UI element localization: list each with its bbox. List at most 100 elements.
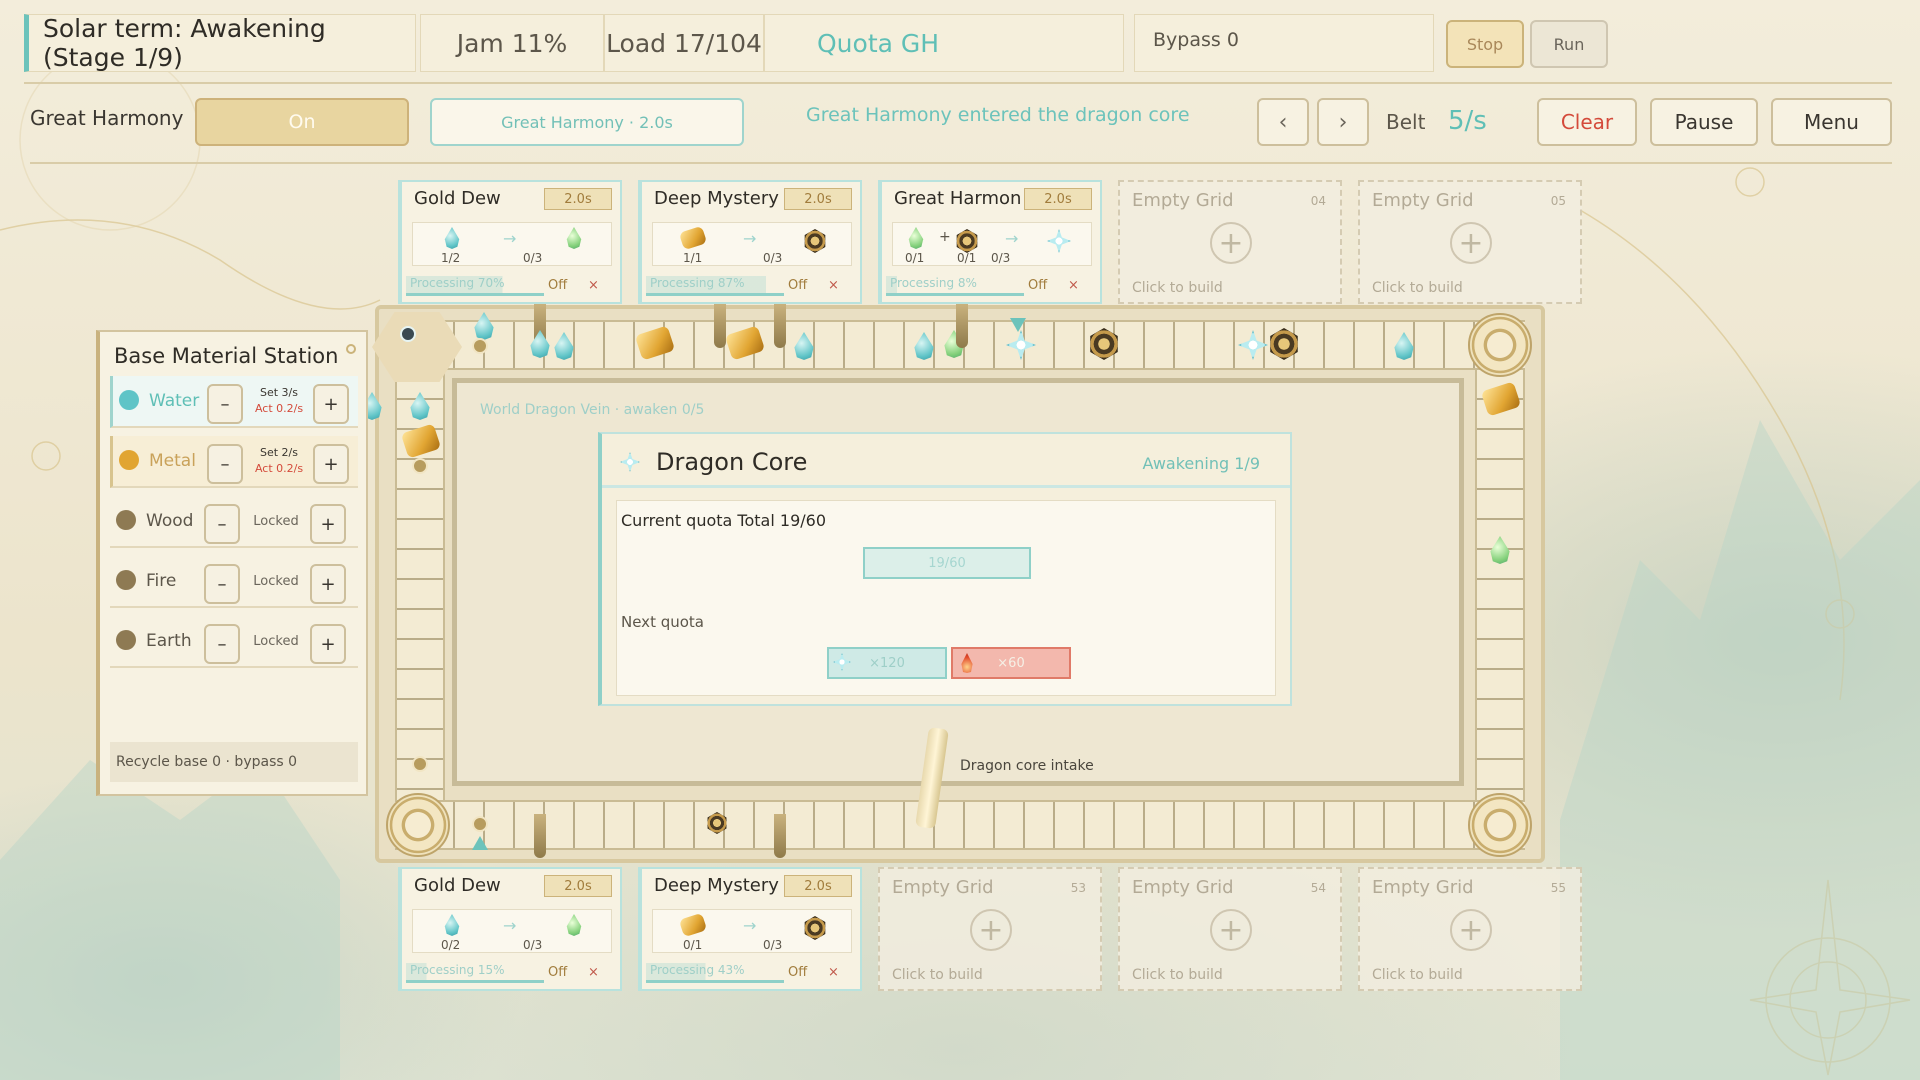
- decrease-button[interactable]: –: [204, 504, 240, 544]
- clear-button[interactable]: Clear: [1537, 98, 1637, 146]
- empty-grid-slot[interactable]: Empty Grid 54 + Click to build: [1118, 867, 1342, 991]
- output-count: 0/3: [991, 251, 1011, 265]
- current-quota-label: Current quota Total 19/60: [621, 511, 826, 530]
- increase-button[interactable]: +: [310, 564, 346, 604]
- corner-gear-icon: [1468, 793, 1532, 857]
- machine-card-gold-dew[interactable]: Gold Dew 2.0s 0/2 → 0/3 Processing 15% O…: [398, 867, 622, 991]
- add-icon[interactable]: +: [1210, 909, 1252, 951]
- machine-card-gold-dew[interactable]: Gold Dew 2.0s 1/2 → 0/3 Processing 70% O…: [398, 180, 622, 304]
- wood-icon: [116, 510, 136, 530]
- increase-button[interactable]: +: [313, 444, 349, 484]
- gold-dew-icon: [908, 227, 924, 249]
- output-count: 0/3: [763, 251, 783, 265]
- machine-remove-button[interactable]: ×: [588, 965, 599, 980]
- dragon-core-panel: Dragon Core Awakening 1/9 Current quota …: [598, 432, 1292, 706]
- machine-off-toggle[interactable]: Off: [788, 278, 807, 293]
- empty-grid-hint: Click to build: [1372, 967, 1463, 983]
- machine-recipe: 1/1 → 0/3: [652, 222, 852, 266]
- material-name: Wood: [146, 511, 194, 531]
- empty-grid-hint: Click to build: [1132, 280, 1223, 296]
- decrease-button[interactable]: –: [204, 624, 240, 664]
- input-chute: [534, 814, 546, 858]
- material-name: Earth: [146, 631, 192, 651]
- machine-progress: Processing 43%: [646, 963, 784, 983]
- intake-label: Dragon core intake: [960, 758, 1094, 774]
- input-count: 0/1: [957, 251, 977, 265]
- belt-knob: [472, 338, 488, 354]
- machine-remove-button[interactable]: ×: [1068, 278, 1079, 293]
- belt-track-bottom[interactable]: [395, 800, 1525, 850]
- menu-button[interactable]: Menu: [1771, 98, 1892, 146]
- empty-grid-slot[interactable]: Empty Grid 04 + Click to build: [1118, 180, 1342, 304]
- stage-title: Solar term: Awakening (Stage 1/9): [24, 14, 416, 72]
- next-button[interactable]: ›: [1317, 98, 1369, 146]
- machine-recipe: 0/2 → 0/3: [412, 909, 612, 953]
- machine-name: Deep Mystery: [654, 875, 779, 896]
- decrease-button[interactable]: –: [204, 564, 240, 604]
- recipe-select-button[interactable]: Great Harmony · 2.0s: [430, 98, 744, 146]
- stop-button[interactable]: Stop: [1446, 20, 1524, 68]
- decrease-button[interactable]: –: [207, 444, 243, 484]
- machine-off-toggle[interactable]: Off: [788, 965, 807, 980]
- empty-grid-name: Empty Grid: [1372, 190, 1474, 211]
- increase-button[interactable]: +: [310, 624, 346, 664]
- belt-knob: [412, 458, 428, 474]
- machine-remove-button[interactable]: ×: [828, 965, 839, 980]
- harmony-crystal-icon: [1047, 229, 1071, 253]
- status-message: Great Harmony entered the dragon core: [806, 104, 1190, 126]
- dragon-core-icon: [620, 452, 640, 472]
- machine-time: 2.0s: [784, 875, 852, 897]
- empty-grid-hint: Click to build: [892, 967, 983, 983]
- add-icon[interactable]: +: [1450, 222, 1492, 264]
- machine-progress: Processing 87%: [646, 276, 784, 296]
- run-button[interactable]: Run: [1530, 20, 1608, 68]
- increase-button[interactable]: +: [310, 504, 346, 544]
- machine-name: Great Harmon: [894, 188, 1022, 209]
- machine-off-toggle[interactable]: Off: [548, 278, 567, 293]
- material-row-wood: Wood – Locked +: [110, 496, 358, 548]
- belt-knob: [412, 756, 428, 772]
- machine-card-deep-mystery[interactable]: Deep Mystery 2.0s 1/1 → 0/3 Processing 8…: [638, 180, 862, 304]
- increase-button[interactable]: +: [313, 384, 349, 424]
- empty-grid-number: 05: [1550, 194, 1566, 208]
- add-icon[interactable]: +: [970, 909, 1012, 951]
- empty-grid-number: 54: [1310, 881, 1326, 895]
- divider-controls: [30, 162, 1892, 164]
- arrow-right-icon: →: [743, 229, 757, 248]
- deep-mystery-gem-icon: [956, 229, 978, 253]
- machine-progress: Processing 8%: [886, 276, 1024, 296]
- machine-remove-button[interactable]: ×: [828, 278, 839, 293]
- empty-grid-number: 55: [1550, 881, 1566, 895]
- prev-button[interactable]: ‹: [1257, 98, 1309, 146]
- dragon-core-stage: Awakening 1/9: [1142, 454, 1260, 473]
- decrease-button[interactable]: –: [207, 384, 243, 424]
- output-arrow-icon: [1010, 318, 1026, 332]
- empty-grid-hint: Click to build: [1372, 280, 1463, 296]
- material-row-water: Water – Set 3/s Act 0.2/s +: [110, 376, 358, 428]
- belt-speed: 5/s: [1448, 106, 1487, 136]
- belt-cursor-dot: [400, 326, 416, 342]
- recipe-toggle-button[interactable]: On: [195, 98, 409, 146]
- input-chute: [774, 814, 786, 858]
- machine-remove-button[interactable]: ×: [588, 278, 599, 293]
- belt-track-right[interactable]: [1475, 370, 1525, 800]
- material-actual-rate: Act 0.2/s: [254, 402, 304, 415]
- material-locked: Locked: [253, 514, 299, 529]
- earth-icon: [116, 630, 136, 650]
- material-row-earth: Earth – Locked +: [110, 616, 358, 668]
- station-footer: Recycle base 0 · bypass 0: [110, 742, 358, 782]
- pause-button[interactable]: Pause: [1650, 98, 1758, 146]
- machine-off-toggle[interactable]: Off: [1028, 278, 1047, 293]
- empty-grid-slot[interactable]: Empty Grid 55 + Click to build: [1358, 867, 1582, 991]
- machine-time: 2.0s: [544, 188, 612, 210]
- machine-card-deep-mystery[interactable]: Deep Mystery 2.0s 0/1 → 0/3 Processing 4…: [638, 867, 862, 991]
- add-icon[interactable]: +: [1450, 909, 1492, 951]
- machine-off-toggle[interactable]: Off: [548, 965, 567, 980]
- add-icon[interactable]: +: [1210, 222, 1252, 264]
- empty-grid-slot[interactable]: Empty Grid 53 + Click to build: [878, 867, 1102, 991]
- machine-card-great-harmony[interactable]: Great Harmon 2.0s 0/1 + 0/1 → 0/3 Proces…: [878, 180, 1102, 304]
- material-name: Metal: [149, 451, 196, 471]
- empty-grid-slot[interactable]: Empty Grid 05 + Click to build: [1358, 180, 1582, 304]
- gold-dew-icon: [566, 227, 582, 249]
- next-quota-label: Next quota: [621, 613, 704, 631]
